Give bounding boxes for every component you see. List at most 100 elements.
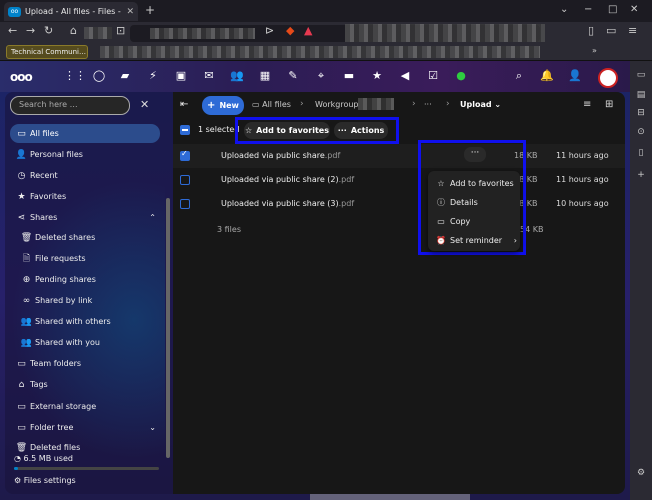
expand-chevron-icon[interactable]: ⌃ bbox=[149, 213, 156, 222]
brave-rewards-icon[interactable]: ▲ bbox=[304, 24, 312, 37]
history-icon[interactable]: ⊙ bbox=[634, 125, 648, 139]
clear-search-icon[interactable]: ✕ bbox=[140, 98, 149, 111]
file-checkbox[interactable] bbox=[180, 199, 190, 209]
ctx-copy[interactable]: ▭ Copy bbox=[435, 213, 517, 229]
dashboard-icon[interactable]: ⋮⋮ bbox=[64, 69, 86, 83]
minimize-icon[interactable]: − bbox=[584, 4, 592, 15]
sidebar-item-recent[interactable]: ◷ Recent bbox=[10, 166, 160, 185]
sidebar-item-label: Team folders bbox=[30, 359, 82, 368]
files-settings-button[interactable]: ⚙ Files settings bbox=[14, 476, 76, 485]
expand-chevron-icon[interactable]: ⌄ bbox=[149, 423, 156, 432]
favorites-app-icon[interactable]: ★ bbox=[370, 69, 384, 83]
deck-icon[interactable]: ▬ bbox=[342, 69, 356, 83]
reload-icon[interactable]: ↻ bbox=[44, 24, 53, 37]
actions-button[interactable]: ··· Actions bbox=[334, 122, 388, 139]
sidebar-item-external-storage[interactable]: ▭ External storage bbox=[10, 397, 160, 416]
file-name[interactable]: Uploaded via public share (3).pdf bbox=[221, 199, 354, 208]
nextcloud-logo[interactable]: ooo bbox=[10, 70, 33, 84]
select-all-checkbox[interactable] bbox=[180, 125, 190, 135]
toggle-navigation-icon[interactable]: ⇤ bbox=[180, 99, 188, 110]
sidebar-item-all-files[interactable]: ▭ All files bbox=[10, 124, 160, 143]
bookmark-item[interactable]: Technical Communi… bbox=[6, 45, 88, 59]
status-icon[interactable]: ● bbox=[454, 69, 468, 83]
info-icon: ⓘ bbox=[437, 197, 445, 207]
contacts-menu-icon[interactable]: 👤 bbox=[568, 69, 582, 83]
breadcrumb-more[interactable]: ··· bbox=[424, 100, 432, 109]
more-bookmarks-icon[interactable]: » bbox=[592, 46, 597, 55]
calendar-icon[interactable]: ▦ bbox=[258, 69, 272, 83]
sidebar-settings-icon[interactable]: ⚙ bbox=[634, 466, 648, 480]
sidebar-item-team-folders[interactable]: ▭ Team folders bbox=[10, 354, 160, 373]
file-name[interactable]: Uploaded via public share.pdf bbox=[221, 151, 340, 160]
reading-list-icon[interactable]: ▤ bbox=[634, 88, 648, 102]
sidebar-item-personal-files[interactable]: 👤 Personal files bbox=[10, 145, 160, 164]
maps-icon[interactable]: ⌖ bbox=[314, 69, 328, 83]
ctx-add-to-favorites[interactable]: ☆ Add to favorites bbox=[435, 175, 517, 191]
breadcrumb-current[interactable]: Upload ⌄ bbox=[460, 100, 501, 109]
ctx-set-reminder[interactable]: ⏰ Set reminder › bbox=[435, 232, 517, 248]
bookmark-icon[interactable]: ⊡ bbox=[116, 24, 125, 37]
contacts-icon[interactable]: 👥 bbox=[230, 69, 244, 83]
sidebar-item-label: Deleted files bbox=[30, 443, 81, 452]
sidebar-item-shared-with-others[interactable]: 👥 Shared with others bbox=[10, 312, 160, 331]
close-tab-icon[interactable]: ✕ bbox=[126, 7, 134, 17]
menu-icon[interactable]: ≡ bbox=[628, 24, 637, 37]
add-panel-icon[interactable]: + bbox=[634, 168, 648, 182]
user-avatar[interactable] bbox=[598, 68, 618, 88]
unified-search-icon[interactable]: ⌕ bbox=[512, 69, 526, 83]
sidebar-item-label: Favorites bbox=[30, 192, 67, 201]
file-checkbox[interactable] bbox=[180, 149, 190, 161]
new-button[interactable]: + New bbox=[202, 96, 244, 115]
notifications-icon[interactable]: 🔔 bbox=[540, 69, 554, 83]
back-icon[interactable]: ← bbox=[8, 24, 17, 37]
new-tab-button[interactable]: + bbox=[145, 3, 155, 17]
quota-text[interactable]: ◔ 6.5 MB used bbox=[14, 454, 73, 463]
sidebar-item-file-requests[interactable]: 🗎 File requests bbox=[10, 249, 160, 268]
sidebar-toggle-icon[interactable]: ▯ bbox=[588, 24, 594, 37]
bookmarks-panel-icon[interactable]: ⊟ bbox=[634, 106, 648, 120]
announcements-icon[interactable]: ◀ bbox=[398, 69, 412, 83]
file-name[interactable]: Uploaded via public share (2).pdf bbox=[221, 175, 354, 184]
talk-icon[interactable]: ◯ bbox=[92, 69, 106, 83]
breadcrumb-all-files[interactable]: ▭ All files bbox=[252, 100, 291, 109]
sidebar-panel-icon[interactable]: ▭ bbox=[634, 68, 648, 82]
home-icon[interactable]: ⌂ bbox=[70, 24, 77, 37]
sidebar-item-shared-by-link[interactable]: ∞ Shared by link bbox=[10, 291, 160, 310]
notes-app-icon[interactable]: ✎ bbox=[286, 69, 300, 83]
tasks-icon[interactable]: ☑ bbox=[426, 69, 440, 83]
send-icon[interactable]: ⊳ bbox=[265, 24, 274, 37]
breadcrumb-workgroup[interactable]: Workgroup bbox=[315, 100, 359, 109]
activity-icon[interactable]: ⚡ bbox=[146, 69, 160, 83]
sidebar-item-tags[interactable]: ⌂ Tags bbox=[10, 375, 160, 394]
sidebar-item-shared-with-you[interactable]: 👥 Shared with you bbox=[10, 333, 160, 352]
add-to-favorites-button[interactable]: ☆ Add to favorites bbox=[244, 122, 330, 139]
sidebar-item-pending-shares[interactable]: ⊕ Pending shares bbox=[10, 270, 160, 289]
file-extension: .pdf bbox=[324, 151, 341, 160]
sidebar-scrollbar[interactable] bbox=[166, 198, 170, 458]
wallet-icon[interactable]: ▭ bbox=[606, 24, 616, 37]
sidebar-item-deleted-shares[interactable]: 🗑 Deleted shares bbox=[10, 228, 160, 247]
forward-icon[interactable]: → bbox=[26, 24, 35, 37]
sidebar-item-favorites[interactable]: ★ Favorites bbox=[10, 187, 160, 206]
close-window-icon[interactable]: ✕ bbox=[630, 4, 638, 15]
maximize-icon[interactable]: □ bbox=[608, 4, 617, 15]
mail-icon[interactable]: ✉ bbox=[202, 69, 216, 83]
photos-icon[interactable]: ▣ bbox=[174, 69, 188, 83]
tab-list-icon[interactable]: ⌄ bbox=[560, 4, 568, 15]
file-checkbox[interactable] bbox=[180, 175, 190, 185]
browser-tab[interactable]: oo Upload - All files - Files - Nextc ✕ bbox=[4, 2, 138, 21]
sidebar-item-label: Shares bbox=[30, 213, 58, 222]
grid-view-icon[interactable]: ⊞ bbox=[605, 99, 613, 110]
file-extension: .pdf bbox=[338, 175, 355, 184]
ctx-details[interactable]: ⓘ Details bbox=[435, 194, 517, 210]
brave-shield-icon[interactable]: ◆ bbox=[286, 24, 294, 37]
filter-icon[interactable]: ≡ bbox=[583, 99, 591, 110]
sidebar-item-label: Pending shares bbox=[35, 275, 96, 284]
file-modified: 11 hours ago bbox=[556, 151, 609, 160]
sidebar-item-shares[interactable]: ⋖ Shares ⌃ bbox=[10, 208, 160, 227]
sidebar-item-folder-tree[interactable]: ▭ Folder tree ⌄ bbox=[10, 418, 160, 437]
files-icon[interactable]: ▰ bbox=[118, 69, 132, 83]
search-input[interactable]: Search here … bbox=[10, 96, 130, 115]
notes-icon[interactable]: ▯ bbox=[634, 146, 648, 160]
ctx-label: Set reminder bbox=[450, 235, 503, 245]
